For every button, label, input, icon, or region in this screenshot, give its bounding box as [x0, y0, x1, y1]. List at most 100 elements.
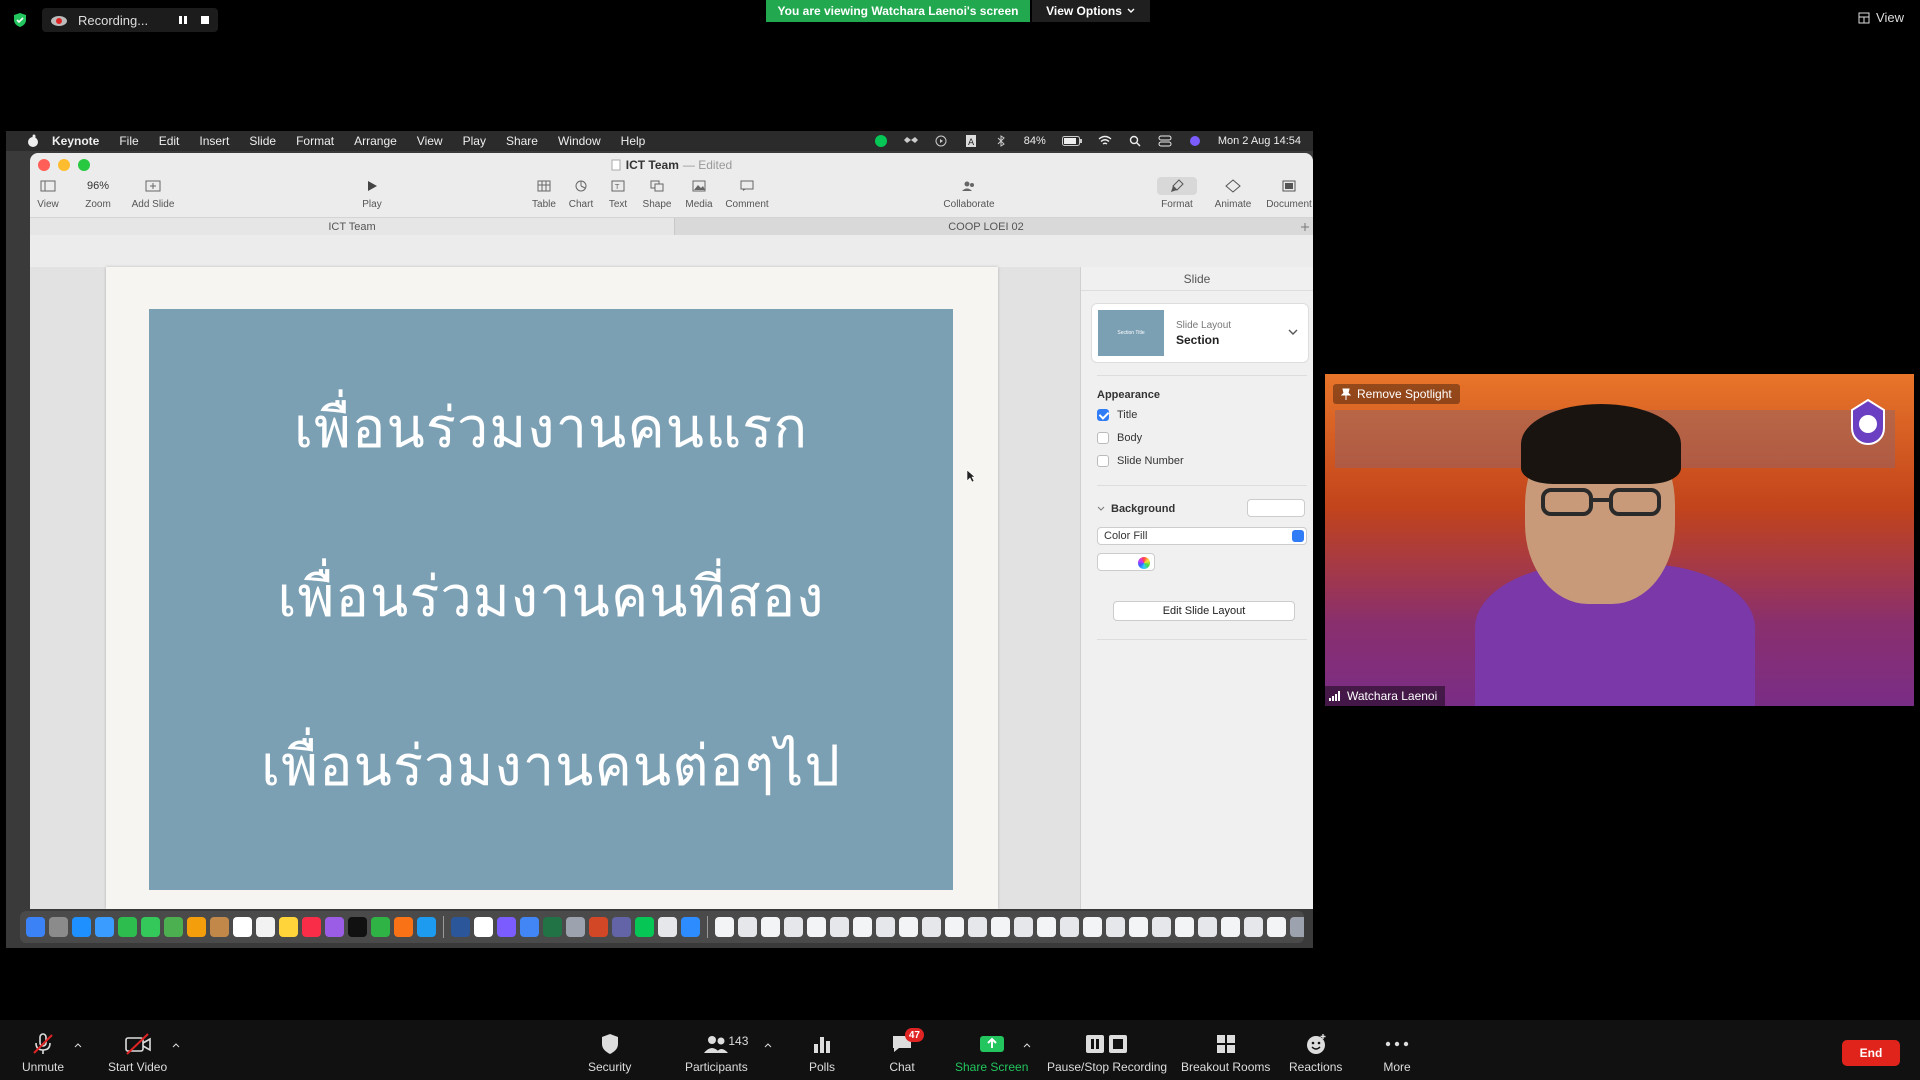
- excel-icon[interactable]: [543, 917, 562, 937]
- participants-button[interactable]: 143 Participants: [685, 1032, 748, 1074]
- format-button[interactable]: Format: [1149, 177, 1205, 210]
- document-thumbnail-icon[interactable]: [1060, 917, 1079, 937]
- document-thumbnail-icon[interactable]: [1152, 917, 1171, 937]
- document-thumbnail-icon[interactable]: [1267, 917, 1286, 937]
- color-wheel-icon[interactable]: [1138, 557, 1150, 569]
- view-button[interactable]: View: [1858, 10, 1904, 25]
- pause-stop-recording-button[interactable]: Pause/Stop Recording: [1047, 1032, 1167, 1074]
- menu-share[interactable]: Share: [506, 134, 538, 148]
- body-checkbox[interactable]: [1097, 432, 1109, 444]
- end-meeting-button[interactable]: End: [1842, 1040, 1900, 1066]
- calendar-icon[interactable]: [233, 917, 252, 937]
- view-options-button[interactable]: View Options: [1032, 0, 1150, 22]
- document-thumbnail-icon[interactable]: [761, 917, 780, 937]
- menu-format[interactable]: Format: [296, 134, 334, 148]
- bluetooth-icon[interactable]: [994, 135, 1008, 147]
- music-icon[interactable]: [302, 917, 321, 937]
- document-thumbnail-icon[interactable]: [830, 917, 849, 937]
- finder-icon[interactable]: [26, 917, 45, 937]
- shield-check-icon[interactable]: [12, 12, 28, 28]
- title-checkbox-row[interactable]: Title: [1097, 409, 1137, 421]
- wifi-icon[interactable]: [1098, 135, 1112, 147]
- play-circle-icon[interactable]: [934, 135, 948, 147]
- minimize-window-button[interactable]: [58, 159, 70, 171]
- facetime-icon[interactable]: [118, 917, 137, 937]
- speaker-video[interactable]: Remove Spotlight Watchara Laenoi: [1325, 374, 1914, 706]
- start-video-button[interactable]: Start Video: [108, 1032, 167, 1074]
- menu-help[interactable]: Help: [621, 134, 646, 148]
- document-thumbnail-icon[interactable]: [807, 917, 826, 937]
- reactions-button[interactable]: Reactions: [1289, 1032, 1342, 1074]
- chrome-icon[interactable]: [520, 917, 539, 937]
- battery-icon[interactable]: [1061, 136, 1082, 146]
- document-button[interactable]: Document: [1261, 177, 1313, 210]
- tab-ict-team[interactable]: ICT Team: [30, 218, 674, 235]
- menu-insert[interactable]: Insert: [199, 134, 229, 148]
- launchpad-icon[interactable]: [49, 917, 68, 937]
- audio-options-caret-icon[interactable]: [74, 1042, 82, 1048]
- document-thumbnail-icon[interactable]: [1106, 917, 1125, 937]
- pages-icon[interactable]: [394, 917, 413, 937]
- line-app-icon[interactable]: [874, 135, 888, 147]
- title-checkbox[interactable]: [1097, 409, 1109, 421]
- comment-button[interactable]: Comment: [719, 177, 775, 210]
- document-thumbnail-icon[interactable]: [738, 917, 757, 937]
- document-thumbnail-icon[interactable]: [715, 917, 734, 937]
- en-input-icon[interactable]: [474, 917, 493, 937]
- document-thumbnail-icon[interactable]: [968, 917, 987, 937]
- menu-app-name[interactable]: Keynote: [52, 134, 99, 148]
- zoom-app-icon[interactable]: [681, 917, 700, 937]
- document-thumbnail-icon[interactable]: [1198, 917, 1217, 937]
- system-preferences-icon[interactable]: [658, 917, 677, 937]
- menu-file[interactable]: File: [119, 134, 138, 148]
- add-slide-button[interactable]: Add Slide: [125, 177, 181, 210]
- reminders-icon[interactable]: [256, 917, 275, 937]
- slide-text-line-2[interactable]: เพื่อนร่วมงานคนที่สอง: [277, 552, 824, 641]
- menu-edit[interactable]: Edit: [159, 134, 180, 148]
- numbers-icon[interactable]: [371, 917, 390, 937]
- slide-number-checkbox-row[interactable]: Slide Number: [1097, 455, 1184, 467]
- input-source-icon[interactable]: A: [964, 135, 978, 147]
- mail-icon[interactable]: [95, 917, 114, 937]
- document-thumbnail-icon[interactable]: [1129, 917, 1148, 937]
- menu-window[interactable]: Window: [558, 134, 601, 148]
- new-tab-button[interactable]: [1297, 218, 1313, 235]
- document-thumbnail-icon[interactable]: [1244, 917, 1263, 937]
- slide-layout-selector[interactable]: Section Title Slide Layout Section: [1091, 303, 1309, 363]
- menu-slide[interactable]: Slide: [249, 134, 276, 148]
- more-button[interactable]: More: [1383, 1032, 1411, 1074]
- document-thumbnail-icon[interactable]: [945, 917, 964, 937]
- stop-recording-icon[interactable]: [200, 15, 210, 25]
- document-thumbnail-icon[interactable]: [876, 917, 895, 937]
- close-window-button[interactable]: [38, 159, 50, 171]
- background-section-toggle[interactable]: Background: [1097, 503, 1175, 515]
- document-thumbnail-icon[interactable]: [1175, 917, 1194, 937]
- document-thumbnail-icon[interactable]: [991, 917, 1010, 937]
- messenger-icon[interactable]: [497, 917, 516, 937]
- safari-icon[interactable]: [72, 917, 91, 937]
- chat-button[interactable]: 47 Chat: [888, 1028, 924, 1074]
- remove-spotlight-button[interactable]: Remove Spotlight: [1333, 384, 1460, 404]
- fill-type-select[interactable]: Color Fill: [1097, 527, 1307, 545]
- slide-text-line-1[interactable]: เพื่อนร่วมงานคนแรก: [294, 383, 808, 472]
- dropbox-icon[interactable]: [903, 135, 918, 147]
- body-checkbox-row[interactable]: Body: [1097, 432, 1142, 444]
- video-options-caret-icon[interactable]: [172, 1042, 180, 1048]
- polls-button[interactable]: Polls: [808, 1032, 836, 1074]
- edit-slide-layout-button[interactable]: Edit Slide Layout: [1113, 601, 1295, 621]
- search-icon[interactable]: [1128, 135, 1142, 147]
- color-well[interactable]: [1097, 553, 1155, 571]
- messages-icon[interactable]: [141, 917, 160, 937]
- breakout-rooms-button[interactable]: Breakout Rooms: [1181, 1032, 1270, 1074]
- siri-icon[interactable]: [1188, 135, 1202, 147]
- zoom-window-button[interactable]: [78, 159, 90, 171]
- zoom-tool-button[interactable]: 96% Zoom: [70, 177, 126, 210]
- powerpoint-icon[interactable]: [589, 917, 608, 937]
- document-thumbnail-icon[interactable]: [1014, 917, 1033, 937]
- document-thumbnail-icon[interactable]: [784, 917, 803, 937]
- document-thumbnail-icon[interactable]: [899, 917, 918, 937]
- slide-number-checkbox[interactable]: [1097, 455, 1109, 467]
- document-thumbnail-icon[interactable]: [1083, 917, 1102, 937]
- play-button[interactable]: Play: [344, 177, 400, 210]
- background-color-swatch[interactable]: [1247, 499, 1305, 517]
